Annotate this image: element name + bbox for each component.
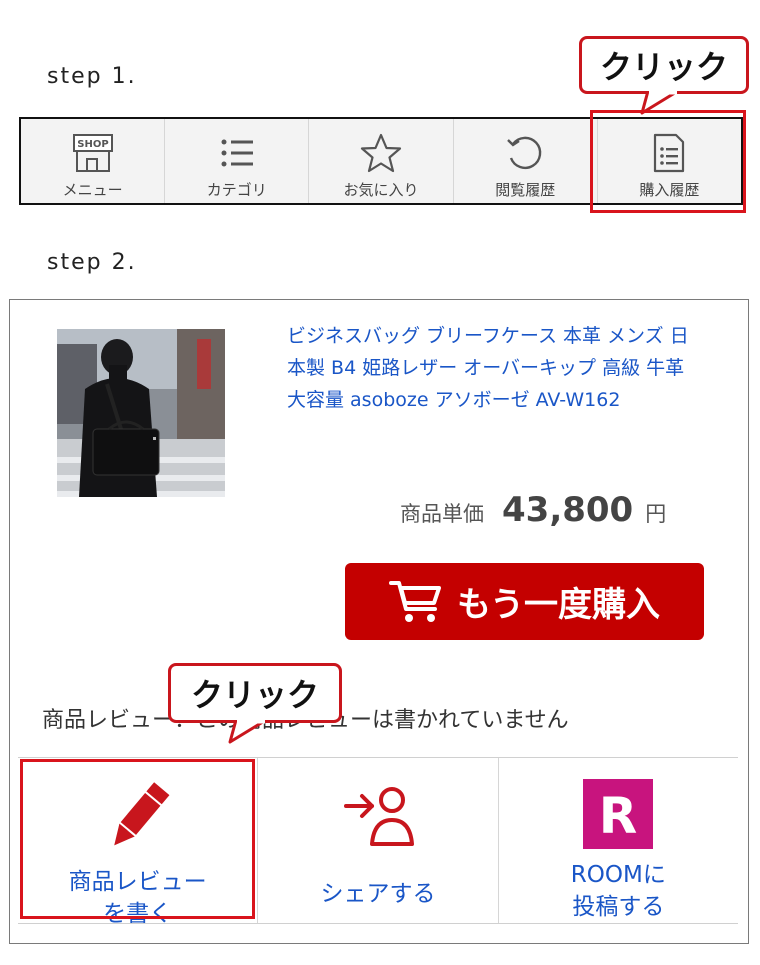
share-label: シェアする bbox=[320, 881, 436, 907]
room-label-2: 投稿する bbox=[572, 894, 665, 920]
room-logo-letter: R bbox=[599, 787, 638, 845]
step-1-label: step 1. bbox=[47, 64, 137, 89]
price-value: 43,800 bbox=[502, 490, 634, 530]
click-callout-bottom: クリック bbox=[168, 663, 342, 723]
post-to-room-button[interactable]: R ROOMに 投稿する bbox=[499, 758, 738, 923]
buy-again-label: もう一度購入 bbox=[457, 585, 660, 625]
room-label-1: ROOMに bbox=[570, 862, 666, 888]
click-callout-top: クリック bbox=[579, 36, 749, 94]
product-image[interactable] bbox=[57, 329, 225, 497]
share-user-icon bbox=[338, 778, 418, 856]
shop-icon: SHOP bbox=[71, 131, 115, 175]
history-icon bbox=[503, 131, 547, 175]
buy-again-button[interactable]: もう一度購入 bbox=[345, 563, 704, 640]
nav-label-menu: メニュー bbox=[62, 181, 123, 199]
nav-item-favorites[interactable]: お気に入り bbox=[309, 119, 454, 203]
price-label: 商品単価 bbox=[400, 502, 484, 526]
nav-item-category[interactable]: カテゴリ bbox=[165, 119, 310, 203]
nav-label-browse-history: 閲覧履歴 bbox=[495, 181, 556, 199]
price-unit: 円 bbox=[645, 502, 667, 526]
callout-tail-bottom bbox=[228, 720, 268, 744]
shop-badge-text: SHOP bbox=[77, 139, 108, 150]
highlight-purchase-history bbox=[590, 110, 746, 213]
highlight-write-review bbox=[20, 759, 255, 919]
nav-label-category: カテゴリ bbox=[206, 181, 267, 199]
list-icon bbox=[215, 131, 259, 175]
actions-divider-bottom bbox=[18, 923, 738, 924]
room-logo-icon: R bbox=[578, 778, 658, 849]
cart-icon bbox=[389, 579, 443, 625]
nav-item-menu[interactable]: SHOP メニュー bbox=[21, 119, 166, 203]
star-icon bbox=[359, 131, 403, 175]
share-button[interactable]: シェアする bbox=[258, 758, 499, 923]
nav-item-browse-history[interactable]: 閲覧履歴 bbox=[454, 119, 598, 203]
step-2-label: step 2. bbox=[47, 250, 137, 275]
product-title-link[interactable]: ビジネスバッグ ブリーフケース 本革 メンズ 日本製 B4 姫路レザー オーバー… bbox=[287, 320, 707, 416]
price-row: 商品単価 43,800 円 bbox=[400, 490, 666, 530]
nav-label-favorites: お気に入り bbox=[343, 181, 419, 199]
